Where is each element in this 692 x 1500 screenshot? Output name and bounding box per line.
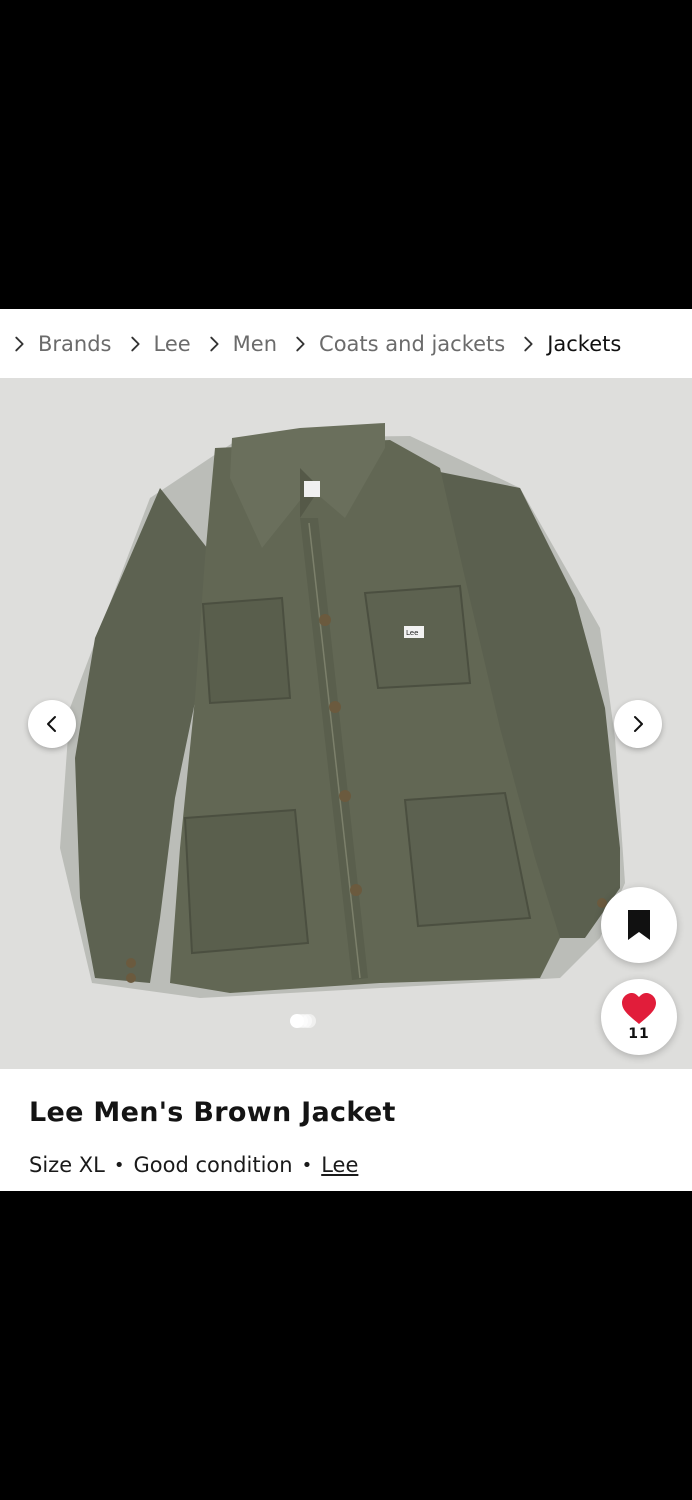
breadcrumb: Brands Lee Men Coats and jackets Jackets bbox=[0, 309, 692, 378]
breadcrumb-label: Lee bbox=[153, 331, 191, 356]
chevron-right-icon bbox=[210, 336, 219, 351]
heart-icon bbox=[622, 992, 656, 1024]
separator-dot: • bbox=[301, 1154, 313, 1176]
like-button[interactable]: 11 bbox=[601, 979, 677, 1055]
chevron-left-icon bbox=[47, 716, 56, 732]
breadcrumb-item-brands[interactable]: Brands bbox=[8, 332, 124, 356]
separator-dot: • bbox=[113, 1154, 125, 1176]
bookmark-icon bbox=[628, 910, 650, 940]
brand-link[interactable]: Lee bbox=[321, 1153, 358, 1177]
chevron-right-icon bbox=[296, 336, 305, 351]
breadcrumb-item-lee[interactable]: Lee bbox=[124, 332, 203, 356]
product-meta: Size XL • Good condition • Lee bbox=[29, 1153, 358, 1177]
breadcrumb-label: Coats and jackets bbox=[319, 331, 506, 356]
pagination-dot-4[interactable] bbox=[302, 1014, 316, 1028]
next-image-button[interactable] bbox=[614, 700, 662, 748]
status-area-top bbox=[0, 0, 692, 309]
breadcrumb-item-coats-and-jackets[interactable]: Coats and jackets bbox=[289, 332, 517, 356]
jacket-photo: Lee bbox=[0, 378, 692, 1069]
jacket-tag-label: Lee bbox=[406, 629, 418, 637]
breadcrumb-label: Jackets bbox=[547, 331, 622, 356]
product-title: Lee Men's Brown Jacket bbox=[29, 1097, 396, 1128]
product-image-gallery[interactable]: Lee 11 bbox=[0, 378, 692, 1069]
product-condition: Good condition bbox=[133, 1153, 293, 1177]
chevron-right-icon bbox=[634, 716, 643, 732]
product-info: Lee Men's Brown Jacket Size XL • Good co… bbox=[0, 1069, 692, 1191]
product-size: Size XL bbox=[29, 1153, 105, 1177]
breadcrumb-label: Brands bbox=[38, 331, 112, 356]
previous-image-button[interactable] bbox=[28, 700, 76, 748]
breadcrumb-label: Men bbox=[232, 331, 278, 356]
breadcrumb-item-jackets[interactable]: Jackets bbox=[517, 332, 633, 356]
image-pagination-dots bbox=[0, 1014, 692, 1028]
chevron-right-icon bbox=[130, 336, 140, 351]
chevron-right-icon bbox=[15, 336, 24, 351]
breadcrumb-item-men[interactable]: Men bbox=[203, 332, 289, 356]
bookmark-button[interactable] bbox=[601, 887, 677, 963]
chevron-right-icon bbox=[524, 336, 533, 351]
status-area-bottom bbox=[0, 1191, 692, 1500]
like-count: 11 bbox=[628, 1025, 650, 1042]
